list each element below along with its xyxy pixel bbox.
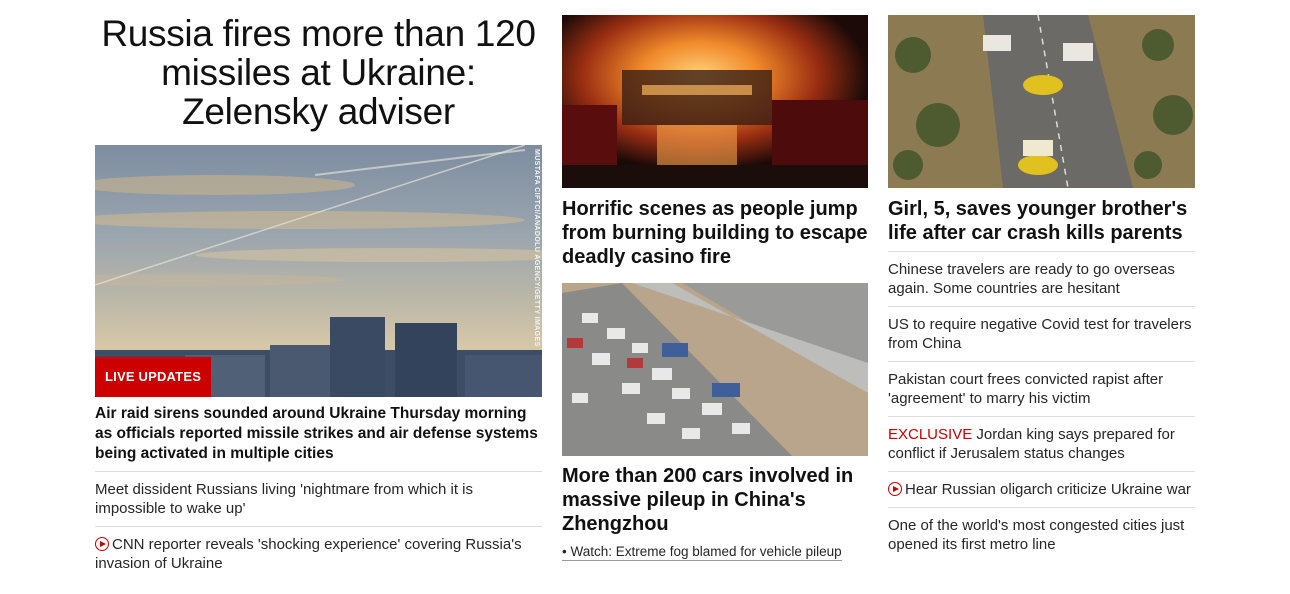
story-link[interactable]: CNN reporter reveals 'shocking experienc… bbox=[95, 536, 522, 572]
main-headline[interactable]: Russia fires more than 120 missiles at U… bbox=[95, 14, 542, 131]
lead-column: Russia fires more than 120 missiles at U… bbox=[95, 0, 542, 581]
crash-scene-image bbox=[888, 15, 1195, 188]
pileup-headline[interactable]: More than 200 cars involved in massive p… bbox=[562, 464, 868, 536]
story-link[interactable]: Meet dissident Russians living 'nightmar… bbox=[95, 481, 473, 517]
casino-fire-headline[interactable]: Horrific scenes as people jump from burn… bbox=[562, 197, 868, 269]
main-headline-link[interactable]: Russia fires more than 120 missiles at U… bbox=[101, 13, 536, 132]
lead-image-link[interactable]: MUSTAFA CIFTCI/ANADOLU AGENCY/GETTY IMAG… bbox=[95, 145, 542, 397]
crash-link[interactable]: Girl, 5, saves younger brother's life af… bbox=[888, 198, 1187, 244]
play-icon bbox=[888, 482, 902, 496]
casino-fire-image-link[interactable] bbox=[562, 15, 868, 188]
story-link[interactable]: Chinese travelers are ready to go overse… bbox=[888, 261, 1175, 297]
image-credit: MUSTAFA CIFTCI/ANADOLU AGENCY/GETTY IMAG… bbox=[533, 149, 540, 347]
story-link[interactable]: One of the world's most congested cities… bbox=[888, 517, 1184, 553]
list-item[interactable]: Hear Russian oligarch criticize Ukraine … bbox=[888, 471, 1195, 507]
lead-story-link[interactable]: Air raid sirens sounded around Ukraine T… bbox=[95, 405, 538, 462]
list-item[interactable]: Pakistan court frees convicted rapist af… bbox=[888, 361, 1195, 416]
fog-video-link[interactable]: • Watch: Extreme fog blamed for vehicle … bbox=[562, 544, 842, 561]
story-list: Chinese travelers are ready to go overse… bbox=[888, 251, 1195, 562]
crash-image-link[interactable] bbox=[888, 15, 1195, 188]
lead-story-text[interactable]: Air raid sirens sounded around Ukraine T… bbox=[95, 404, 542, 464]
story-link[interactable]: Pakistan court frees convicted rapist af… bbox=[888, 371, 1163, 407]
story-list: Meet dissident Russians living 'nightmar… bbox=[95, 471, 542, 581]
list-item[interactable]: Chinese travelers are ready to go overse… bbox=[888, 251, 1195, 306]
list-item[interactable]: EXCLUSIVE Jordan king says prepared for … bbox=[888, 416, 1195, 471]
exclusive-label: EXCLUSIVE bbox=[888, 426, 973, 443]
story-link[interactable]: Hear Russian oligarch criticize Ukraine … bbox=[905, 481, 1191, 498]
car-pileup-image bbox=[562, 283, 868, 456]
pileup-link[interactable]: More than 200 cars involved in massive p… bbox=[562, 465, 853, 535]
list-item[interactable]: One of the world's most congested cities… bbox=[888, 507, 1195, 562]
list-item[interactable]: US to require negative Covid test for tr… bbox=[888, 306, 1195, 361]
right-column: Girl, 5, saves younger brother's life af… bbox=[888, 0, 1195, 562]
list-item[interactable]: CNN reporter reveals 'shocking experienc… bbox=[95, 526, 542, 581]
live-updates-badge[interactable]: LIVE UPDATES bbox=[95, 357, 212, 397]
list-item[interactable]: Meet dissident Russians living 'nightmar… bbox=[95, 471, 542, 526]
casino-fire-image bbox=[562, 15, 868, 188]
story-link[interactable]: US to require negative Covid test for tr… bbox=[888, 316, 1191, 352]
pileup-image-link[interactable] bbox=[562, 283, 868, 456]
middle-column: Horrific scenes as people jump from burn… bbox=[562, 0, 868, 561]
crash-headline[interactable]: Girl, 5, saves younger brother's life af… bbox=[888, 197, 1195, 245]
casino-fire-link[interactable]: Horrific scenes as people jump from burn… bbox=[562, 198, 868, 268]
play-icon bbox=[95, 537, 109, 551]
